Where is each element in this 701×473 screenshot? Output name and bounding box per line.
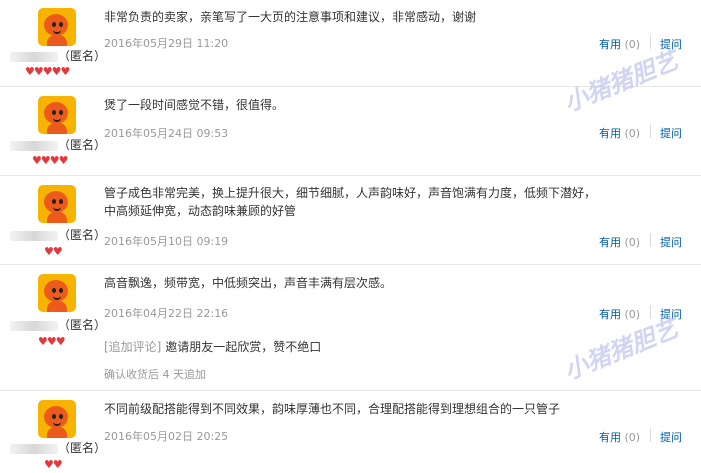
avatar[interactable] (38, 96, 76, 134)
ask-button[interactable]: 提问 (660, 234, 682, 250)
review-content: 管子成色非常完美，换上提升很大，细节细腻，人声韵味好，声音饱满有力度，低频下潜好… (104, 186, 597, 218)
rating-hearts: ♥♥♥♥♥ (25, 64, 71, 78)
review-content: 煲了一段时间感觉不错，很值得。 (104, 98, 285, 112)
review-date: 2016年04月22日 22:16 (104, 307, 229, 320)
rating-hearts: ♥♥ (44, 457, 63, 471)
reviewer-name: （匿名） (10, 439, 106, 456)
divider (650, 233, 651, 247)
avatar[interactable] (38, 185, 76, 223)
useful-button[interactable]: 有用 (0) (599, 125, 640, 141)
append-content: 邀请朋友一起欣赏，赞不绝口 (165, 340, 322, 354)
review-content: 非常负责的卖家，亲笔写了一大页的注意事项和建议，非常感动，谢谢 (104, 10, 477, 24)
heart-icon: ♥ (52, 245, 63, 258)
divider (650, 124, 651, 138)
heart-icon: ♥ (52, 458, 63, 471)
ask-button[interactable]: 提问 (660, 125, 682, 141)
rating-hearts: ♥♥♥♥ (32, 153, 69, 167)
useful-button[interactable]: 有用 (0) (599, 429, 640, 445)
reviewer-name: （匿名） (10, 316, 106, 333)
heart-icon: ♥ (55, 335, 66, 348)
append-note: 确认收货后 4 天追加 (104, 368, 206, 381)
heart-icon: ♥ (60, 65, 71, 78)
reviewer-name: （匿名） (10, 226, 106, 243)
avatar[interactable] (38, 400, 76, 438)
review-item: （匿名） ♥♥ 管子成色非常完美，换上提升很大，细节细腻，人声韵味好，声音饱满有… (0, 176, 701, 265)
useful-button[interactable]: 有用 (0) (599, 306, 640, 322)
rating-hearts: ♥♥♥ (38, 334, 66, 348)
ask-button[interactable]: 提问 (660, 429, 682, 445)
review-content: 不同前级配搭能得到不同效果，韵味厚薄也不同，合理配搭能得到理想组合的一只管子 (104, 402, 561, 416)
append-tag: [追加评论] (104, 340, 162, 354)
review-content: 高音飘逸，频带宽，中低频突出，声音丰满有层次感。 (104, 276, 393, 290)
review-date: 2016年05月24日 09:53 (104, 127, 229, 140)
reviewer-name: （匿名） (10, 136, 106, 153)
avatar[interactable] (38, 274, 76, 312)
useful-button[interactable]: 有用 (0) (599, 234, 640, 250)
appended-review: [追加评论] 邀请朋友一起欣赏，赞不绝口 (104, 338, 604, 356)
divider (650, 428, 651, 442)
review-item: （匿名） ♥♥ 不同前级配搭能得到不同效果，韵味厚薄也不同，合理配搭能得到理想组… (0, 391, 701, 473)
review-date: 2016年05月29日 11:20 (104, 37, 229, 50)
rating-hearts: ♥♥ (44, 244, 63, 258)
review-date: 2016年05月02日 20:25 (104, 430, 229, 443)
review-date: 2016年05月10日 09:19 (104, 235, 229, 248)
avatar[interactable] (38, 8, 76, 46)
heart-icon: ♥ (58, 154, 69, 167)
useful-button[interactable]: 有用 (0) (599, 36, 640, 52)
reviewer-name: （匿名） (10, 47, 106, 64)
